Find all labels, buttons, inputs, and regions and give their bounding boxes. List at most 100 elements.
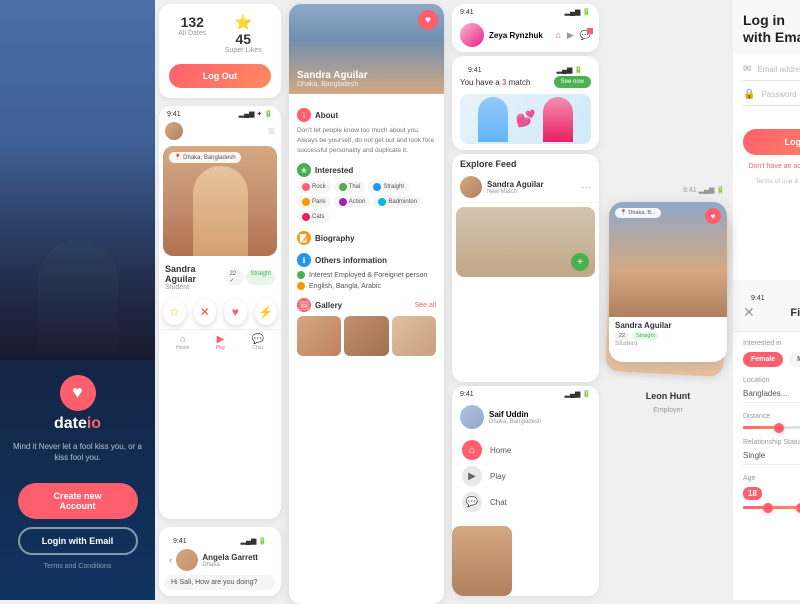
- distance-thumb[interactable]: [774, 423, 784, 433]
- swipe-orientation-badge: Straight: [632, 332, 659, 340]
- swipe-location-badge: 📍 Dhaka, B...: [615, 208, 661, 218]
- age-badge: 22 ✓: [226, 270, 245, 285]
- email-icon: ✉: [743, 64, 751, 75]
- relationship-value[interactable]: Single: [743, 451, 800, 465]
- explore-user-name: Sandra Aguilar: [487, 180, 544, 189]
- age-slider[interactable]: [743, 506, 800, 509]
- gender-row: Female Male: [743, 352, 800, 367]
- tag-rock: Rock: [297, 181, 331, 193]
- nav-chat-label: Chat: [251, 345, 263, 351]
- male-button[interactable]: Male: [789, 352, 800, 367]
- login-button[interactable]: Log In: [743, 129, 800, 155]
- profile-role: Student: [165, 284, 226, 291]
- signal-icons: ▂▄▆ ✦ 🔋: [239, 110, 273, 118]
- detail-scroll[interactable]: i About Don't let people know too much a…: [289, 94, 444, 604]
- menu-icon[interactable]: ≡: [268, 124, 275, 138]
- action-buttons: ☆ ✕ ♥ ⚡: [159, 295, 281, 329]
- gallery-section-title: 🖼 Gallery See all: [297, 298, 436, 312]
- swipe-panel: 9:41 ▂▄▆ 🔋 📍 Dhaka, B... ♥ Sandra Aguila…: [603, 0, 733, 600]
- filter-title: Filter: [790, 307, 800, 319]
- interested-label: Interested in: [743, 340, 800, 347]
- phone-status-bar: 9:41 ▂▄▆ ✦ 🔋: [159, 106, 281, 120]
- distance-label: Distance 7: [743, 413, 800, 420]
- see-now-button[interactable]: See now: [554, 76, 591, 88]
- chat-avatar: [176, 549, 198, 571]
- profile-name-bar: Sandra Aguilar Student 22 ✓ Straight: [159, 260, 281, 295]
- nav-home-item[interactable]: ⌂ Home: [462, 440, 589, 460]
- swipe-badges: 22 Straight: [615, 332, 721, 340]
- zeya-card: 9:41 ▂▄▆ 🔋 Zeya Rynzhuk ⌂ ▶ 💬: [452, 4, 599, 52]
- see-all-link[interactable]: See all: [415, 302, 436, 309]
- location-value[interactable]: Banglades...: [743, 389, 800, 403]
- explore-feed-card: Explore Feed Sandra Aguilar New Match ··…: [452, 154, 599, 382]
- play-icon-nav: ▶: [462, 466, 482, 486]
- nav-chat-item[interactable]: 💬 Chat: [462, 492, 589, 512]
- saif-avatar: [460, 405, 484, 429]
- create-account-button[interactable]: Create new Account: [18, 483, 138, 519]
- info-item-2: English, Bangla, Arabic: [297, 282, 436, 290]
- phone-bar-7: 9:41 ▂▄▆ 🔋: [743, 290, 800, 304]
- filter-close-button[interactable]: ✕: [743, 304, 755, 321]
- home-nav-icon-top[interactable]: ⌂: [555, 30, 560, 41]
- hero-location: Dhaka, Bangladesh: [297, 81, 368, 88]
- tag-straight: Straight: [368, 181, 409, 193]
- logout-button[interactable]: Log Out: [169, 64, 271, 88]
- nav-home-label: Home: [176, 345, 189, 351]
- profile-detail-panel: Sandra Aguilar Dhaka, Bangladesh ♥ i Abo…: [289, 4, 444, 604]
- gallery-thumb-3: [392, 316, 436, 356]
- pin-icon: 📍: [174, 155, 181, 161]
- swipe-main-card[interactable]: 📍 Dhaka, B... ♥ Sandra Aguilar 22 Straig…: [609, 202, 727, 362]
- person-silhouette: [38, 240, 118, 360]
- stats-row: 132 All Dates ⭐ 45 Super Likes: [169, 14, 271, 54]
- login-title: Log inwith Email: [743, 12, 800, 46]
- forgot-password-link[interactable]: Forget pas...: [743, 114, 800, 121]
- dates-stat: 132 All Dates: [178, 14, 206, 54]
- like-button[interactable]: ♥: [224, 299, 247, 325]
- match-text: You have a 3 match: [460, 78, 530, 87]
- saif-location: Dhaka, Bangladesh: [489, 419, 541, 425]
- saif-card: 9:41 ▂▄▆ 🔋 Saif Uddin Dhaka, Bangladesh …: [452, 386, 599, 596]
- home-nav-label: Home: [490, 446, 511, 455]
- dislike-button[interactable]: ✕: [194, 299, 217, 325]
- email-field[interactable]: ✉ Email address: [743, 64, 800, 81]
- nav-play[interactable]: ▶ Play: [216, 334, 226, 351]
- age-thumb-from[interactable]: [763, 503, 773, 513]
- others-icon: ℹ: [297, 253, 311, 267]
- explore-action-button[interactable]: +: [571, 253, 589, 271]
- nav-play-label: Play: [216, 345, 226, 351]
- home-icon-nav: ⌂: [462, 440, 482, 460]
- background-photo: [0, 0, 155, 360]
- email-placeholder: Email address: [757, 65, 800, 74]
- back-button[interactable]: ‹: [169, 555, 172, 566]
- distance-slider[interactable]: [743, 426, 800, 429]
- nav-play-item[interactable]: ▶ Play: [462, 466, 589, 486]
- chat-nav-icon-top[interactable]: 💬: [580, 30, 591, 41]
- biography-label: Biography: [315, 234, 355, 243]
- terms-link[interactable]: Terms and Conditions: [44, 563, 112, 570]
- nav-home[interactable]: ⌂ Home: [176, 334, 189, 351]
- tag-cats: Cats: [297, 211, 329, 223]
- interested-icon: ★: [297, 163, 311, 177]
- more-options-button[interactable]: ···: [581, 182, 591, 193]
- star-button[interactable]: ☆: [163, 299, 186, 325]
- gallery-label: Gallery: [315, 301, 342, 310]
- likes-label: Super Likes: [225, 47, 262, 54]
- female-button[interactable]: Female: [743, 352, 783, 367]
- password-field[interactable]: 🔒 Password: [743, 89, 800, 106]
- boost-button[interactable]: ⚡: [255, 299, 278, 325]
- age-thumb-to[interactable]: [796, 503, 800, 513]
- privacy-link[interactable]: Terms of use & Privacy Policy: [743, 178, 800, 185]
- login-email-button[interactable]: Login with Email: [18, 527, 138, 555]
- filter-body: Interested in Female Male Location Bangl…: [733, 332, 800, 600]
- chat-icon: 💬: [251, 334, 263, 345]
- swipe-heart-button[interactable]: ♥: [705, 208, 721, 224]
- favorite-button[interactable]: ♥: [418, 10, 438, 30]
- play-nav-icon-top[interactable]: ▶: [567, 30, 574, 41]
- saif-name: Saif Uddin: [489, 410, 541, 419]
- biography-section-title: 📝 Biography: [297, 231, 436, 245]
- filter-age-section: Age 18: [743, 475, 800, 509]
- chat-icon-nav: 💬: [462, 492, 482, 512]
- nav-chat[interactable]: 💬 Chat: [251, 334, 263, 351]
- person-silhouette-play: [193, 166, 248, 256]
- tag-paris: Paris: [297, 196, 331, 208]
